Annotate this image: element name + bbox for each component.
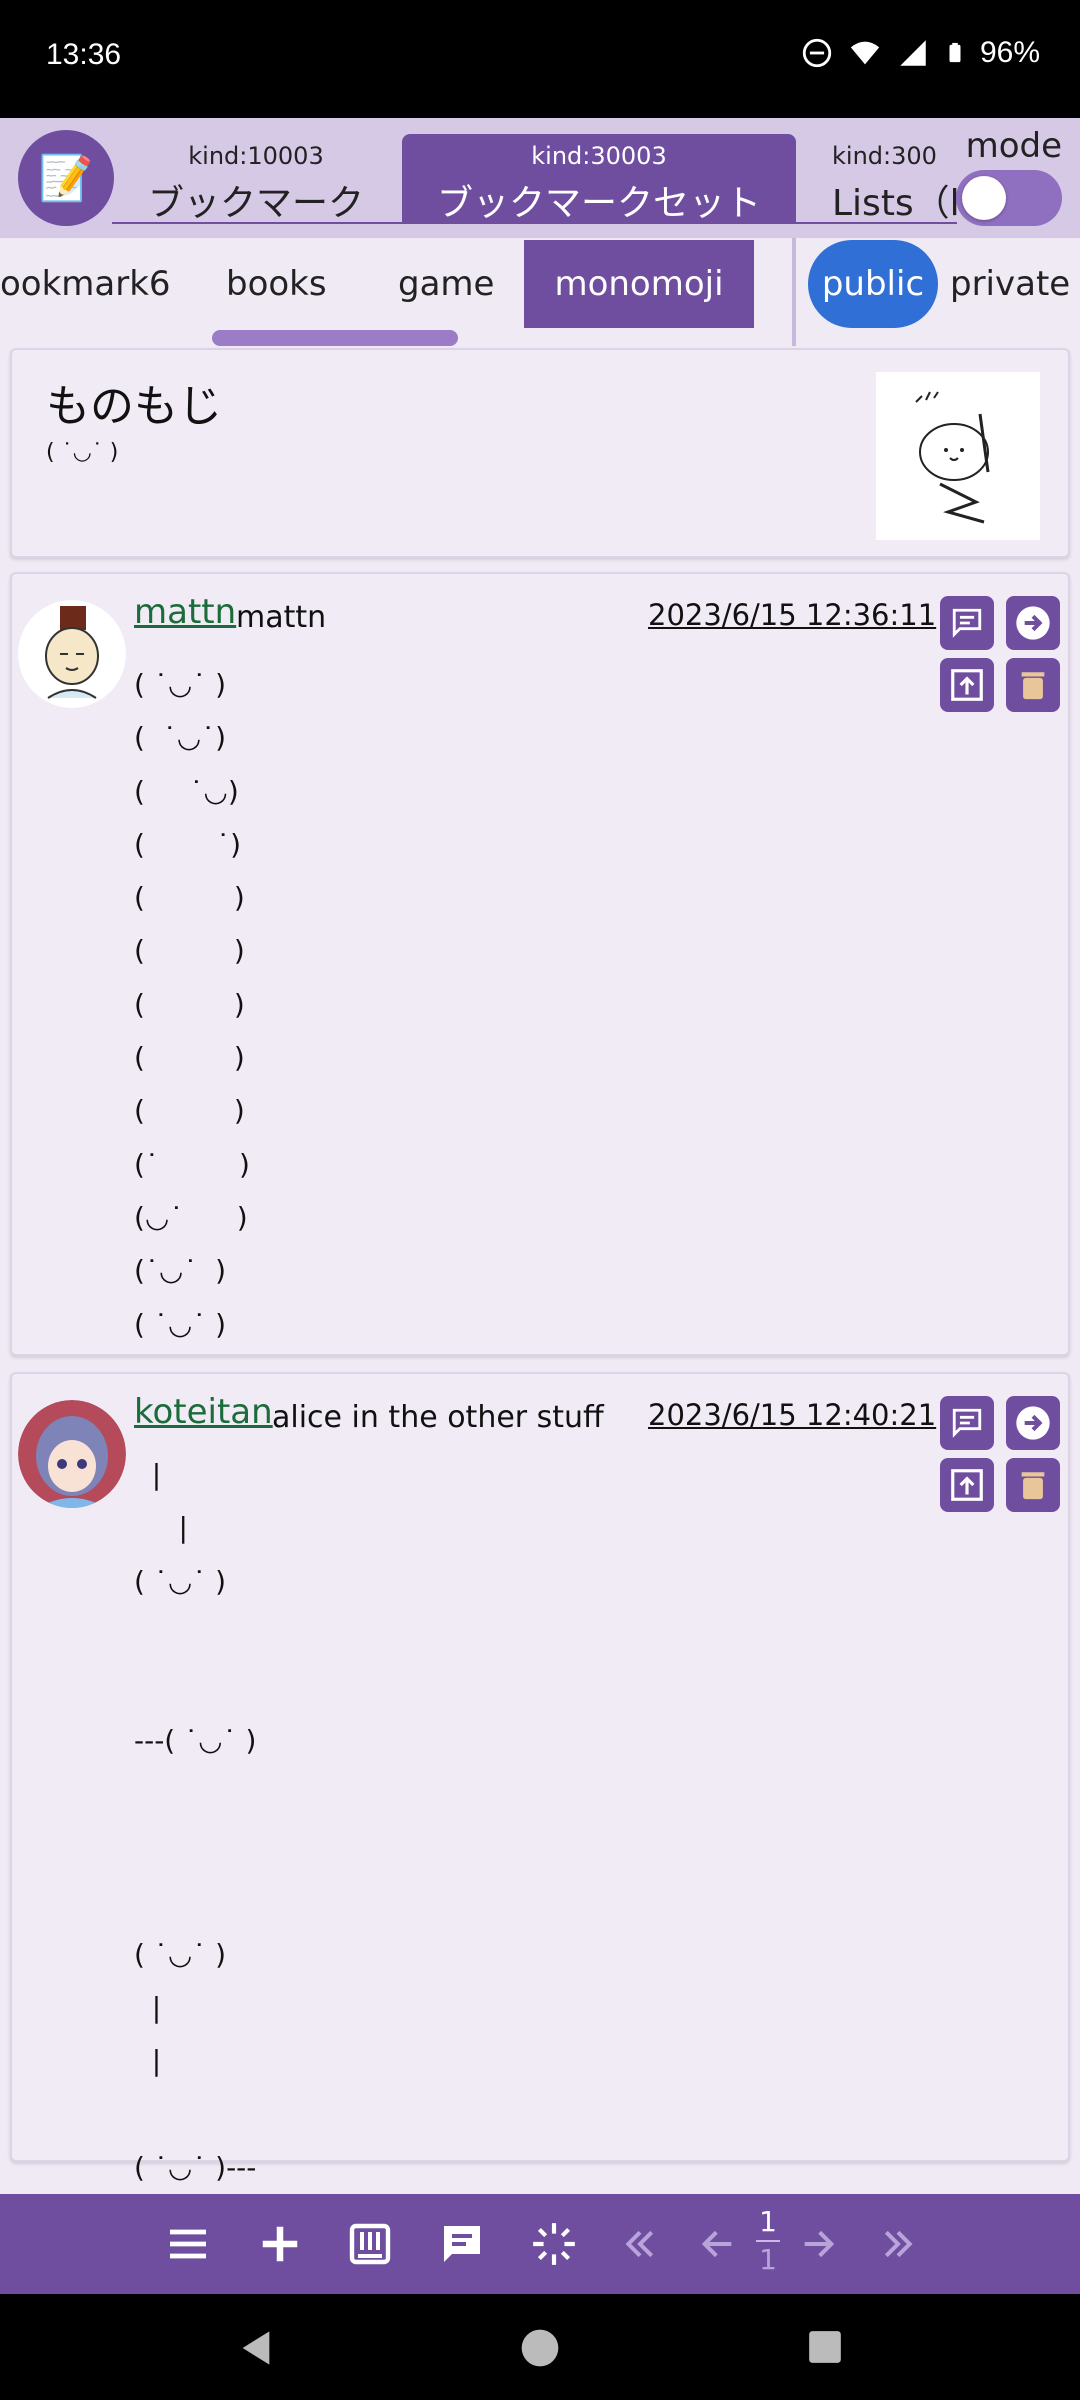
mode-label: mode — [965, 126, 1062, 166]
list-subtitle: ( ˙◡˙ ) — [46, 440, 119, 465]
post-timestamp[interactable]: 2023/6/15 12:36:11 — [648, 598, 936, 632]
avatar[interactable] — [18, 1400, 126, 1508]
last-page-icon — [884, 2230, 913, 2258]
trash-icon — [1021, 1472, 1045, 1500]
page-divider — [756, 2240, 780, 2242]
post-display-name: mattn — [236, 600, 327, 635]
menu-icon — [170, 2229, 206, 2259]
tab-underline — [112, 222, 957, 224]
post-card: koteitan alice in the other stuff 2023/6… — [10, 1372, 1070, 2184]
list-header-card: ものもじ ( ˙◡˙ ) — [10, 348, 1070, 558]
trash-icon — [1021, 672, 1045, 700]
post-display-name: alice in the other stuff — [272, 1400, 604, 1435]
arrow-circle-icon — [1016, 606, 1050, 640]
public-toggle[interactable]: public — [808, 240, 938, 328]
tab-kind: kind:30003 — [531, 142, 667, 170]
post-username[interactable]: koteitan — [134, 1392, 273, 1432]
dnd-icon — [802, 38, 832, 68]
status-icons: 96% — [800, 36, 1040, 70]
mode-toggle[interactable] — [956, 170, 1062, 226]
tab-bookmark-set[interactable]: kind:30003 ブックマークセット — [402, 134, 796, 224]
page-indicator: 1 1 — [754, 2204, 782, 2278]
status-bar: 13:36 96% — [0, 0, 1080, 118]
arrow-circle-icon — [1016, 1406, 1050, 1440]
tab-lists[interactable]: kind:300 Lists（l — [800, 134, 960, 224]
keyboard-icon — [349, 2223, 391, 2265]
share-icon — [951, 1469, 983, 1501]
list-image-drawing — [915, 391, 990, 524]
first-page-button[interactable] — [614, 2218, 666, 2270]
tab-label: Lists（l — [832, 183, 960, 224]
tab-kind: kind:300 — [832, 142, 937, 170]
post-card: mattn mattn 2023/6/15 12:36:11 ( ˙◡˙ ) (… — [10, 572, 1070, 1356]
home-icon[interactable] — [520, 2328, 560, 2368]
avatar[interactable] — [18, 600, 126, 708]
tab-label: ブックマークセット — [436, 183, 761, 224]
share-button[interactable] — [940, 1458, 994, 1512]
reply-button[interactable] — [940, 596, 994, 650]
list-tab-bar: ookmark6 books game monomoji public priv… — [0, 238, 1080, 346]
recents-icon[interactable] — [806, 2328, 844, 2366]
open-button[interactable] — [1006, 1396, 1060, 1450]
signal-icon — [900, 40, 926, 66]
loading-icon — [533, 2223, 575, 2265]
delete-button[interactable] — [1006, 658, 1060, 712]
add-icon — [262, 2226, 298, 2262]
tab-label: ブックマーク — [147, 183, 364, 224]
next-page-button[interactable] — [792, 2218, 844, 2270]
list-image — [876, 372, 1040, 540]
divider — [792, 238, 796, 346]
avatar-image — [18, 1400, 126, 1508]
delete-button[interactable] — [1006, 1458, 1060, 1512]
reply-button[interactable] — [940, 1396, 994, 1450]
page-total: 1 — [759, 2243, 777, 2276]
prev-page-button[interactable] — [692, 2218, 744, 2270]
status-time: 13:36 — [46, 38, 122, 71]
refresh-button[interactable] — [528, 2218, 580, 2270]
list-tab-monomoji[interactable]: monomoji — [524, 240, 754, 328]
last-page-button[interactable] — [872, 2218, 924, 2270]
post-timestamp[interactable]: 2023/6/15 12:40:21 — [648, 1398, 936, 1432]
bottom-toolbar: 1 1 — [0, 2194, 1080, 2294]
post-username[interactable]: mattn — [134, 592, 236, 632]
chat-button[interactable] — [436, 2218, 488, 2270]
list-title: ものもじ — [46, 381, 222, 432]
app-header: 📝 kind:10003 ブックマーク kind:30003 ブックマークセット… — [0, 118, 1080, 238]
open-button[interactable] — [1006, 596, 1060, 650]
post-content: | | ( ˙◡˙ ) ---( ˙◡˙ ) ( ˙◡˙ ) | | ( ˙◡˙… — [134, 1458, 257, 2184]
memo-icon[interactable]: 📝 — [18, 130, 114, 226]
keyboard-button[interactable] — [344, 2218, 396, 2270]
next-page-icon — [804, 2230, 835, 2258]
avatar-image — [18, 600, 126, 708]
list-tab-books[interactable]: books — [226, 240, 346, 328]
battery-percent: 96% — [979, 36, 1040, 69]
system-nav-bar — [0, 2294, 1080, 2400]
share-icon — [951, 669, 983, 701]
tab-kind: kind:10003 — [188, 142, 324, 170]
chat-icon — [952, 1408, 982, 1438]
back-icon[interactable] — [236, 2328, 276, 2368]
add-button[interactable] — [254, 2218, 306, 2270]
share-button[interactable] — [940, 658, 994, 712]
private-toggle[interactable]: private — [950, 240, 1070, 328]
battery-icon — [949, 42, 961, 63]
toggle-knob — [962, 176, 1006, 220]
first-page-icon — [625, 2230, 654, 2258]
post-content: ( ˙◡˙ ) ( ˙◡˙) ( ˙◡) ( ˙) ( ) ( ) ( ) ( … — [134, 668, 250, 1341]
wifi-icon — [850, 41, 880, 65]
page-current: 1 — [759, 2205, 777, 2238]
menu-button[interactable] — [162, 2218, 214, 2270]
list-tab-game[interactable]: game — [398, 240, 518, 328]
tab-bookmark[interactable]: kind:10003 ブックマーク — [112, 134, 400, 224]
list-tab-bookmark6[interactable]: ookmark6 — [0, 240, 190, 328]
prev-page-icon — [701, 2230, 732, 2258]
chat-icon — [444, 2226, 480, 2262]
list-scrollbar[interactable] — [212, 330, 458, 346]
chat-icon — [952, 608, 982, 638]
